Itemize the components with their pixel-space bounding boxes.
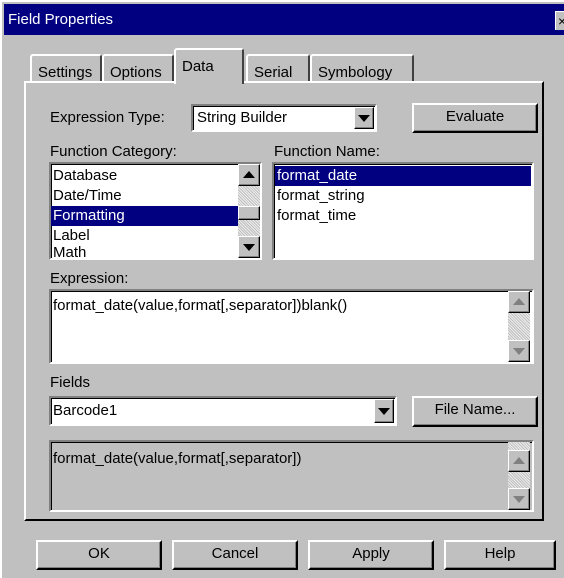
tab-settings-label: Settings — [38, 64, 93, 81]
expression-value: format_date(value,format[,separator])bla… — [53, 297, 348, 314]
syntax-scrollbar[interactable] — [508, 442, 530, 510]
list-item-selected[interactable]: Formatting — [51, 206, 238, 226]
list-item[interactable]: format_string — [275, 186, 532, 206]
tab-options[interactable]: Options — [102, 54, 174, 84]
help-button-label: Help — [484, 545, 516, 562]
scrollbar-thumb[interactable] — [238, 206, 260, 220]
expression-type-value: String Builder — [197, 109, 288, 126]
scroll-up-button[interactable] — [508, 291, 530, 313]
tab-settings[interactable]: Settings — [30, 54, 102, 84]
tab-serial-label: Serial — [254, 64, 293, 81]
cancel-button-label: Cancel — [211, 545, 259, 562]
expression-label: Expression: — [50, 270, 129, 287]
apply-button[interactable]: Apply — [308, 540, 434, 570]
list-item[interactable]: Database — [51, 166, 238, 186]
field-properties-window: Field Properties × Settings Options Data… — [0, 0, 564, 578]
close-icon: × — [558, 12, 564, 30]
function-name-list[interactable]: format_date format_string format_time — [272, 162, 534, 260]
list-item[interactable]: Date/Time — [51, 186, 238, 206]
tab-symbology[interactable]: Symbology — [310, 54, 414, 84]
file-name-button[interactable]: File Name... — [412, 396, 538, 427]
evaluate-button-label: Evaluate — [445, 108, 505, 125]
help-button[interactable]: Help — [444, 540, 556, 570]
window-title: Field Properties — [8, 11, 114, 28]
fields-value: Barcode1 — [53, 402, 118, 419]
expression-scrollbar[interactable] — [508, 291, 530, 362]
chevron-down-icon — [358, 115, 370, 122]
ok-button[interactable]: OK — [36, 540, 162, 570]
scroll-down-button[interactable] — [238, 236, 260, 258]
function-category-list[interactable]: Database Date/Time Formatting Label Math — [49, 162, 262, 260]
function-category-label: Function Category: — [50, 143, 177, 160]
expression-type-select[interactable]: String Builder — [191, 104, 377, 132]
arrow-down-icon — [513, 496, 525, 503]
cancel-button[interactable]: Cancel — [172, 540, 298, 570]
fields-select[interactable]: Barcode1 — [49, 396, 397, 426]
close-button[interactable]: × — [555, 11, 564, 30]
expression-textarea[interactable]: format_date(value,format[,separator])bla… — [49, 289, 534, 364]
tab-data-label: Data — [182, 58, 214, 75]
arrow-up-icon — [513, 457, 525, 464]
function-syntax-text: format_date(value,format[,separator]) — [53, 450, 302, 467]
list-item-selected[interactable]: format_date — [275, 166, 531, 186]
scroll-up-button[interactable] — [508, 450, 530, 472]
title-bar: Field Properties × — [4, 4, 564, 35]
tab-serial[interactable]: Serial — [246, 54, 310, 84]
arrow-down-icon — [513, 348, 525, 355]
scroll-down-button[interactable] — [508, 340, 530, 362]
apply-button-label: Apply — [352, 545, 390, 562]
scroll-up-button[interactable] — [238, 164, 260, 186]
list-item[interactable]: Math — [51, 243, 238, 258]
fields-label: Fields — [50, 374, 91, 391]
file-name-button-label: File Name... — [434, 401, 516, 418]
scroll-down-button[interactable] — [508, 488, 530, 510]
expression-type-label: Expression Type: — [50, 109, 165, 126]
arrow-up-icon — [243, 171, 255, 178]
list-item[interactable]: format_time — [275, 206, 532, 226]
function-syntax-box: format_date(value,format[,separator]) — [49, 440, 534, 512]
tab-options-label: Options — [110, 64, 162, 81]
tab-data[interactable]: Data — [174, 48, 244, 84]
function-name-label: Function Name: — [274, 143, 380, 160]
ok-button-label: OK — [88, 545, 110, 562]
fields-dropdown-button[interactable] — [374, 399, 394, 423]
arrow-down-icon — [243, 244, 255, 251]
evaluate-button[interactable]: Evaluate — [412, 103, 538, 133]
chevron-down-icon — [378, 408, 390, 415]
arrow-up-icon — [513, 298, 525, 305]
tab-symbology-label: Symbology — [318, 64, 393, 81]
expression-type-dropdown-button[interactable] — [354, 107, 374, 129]
function-category-scrollbar[interactable] — [238, 164, 260, 258]
